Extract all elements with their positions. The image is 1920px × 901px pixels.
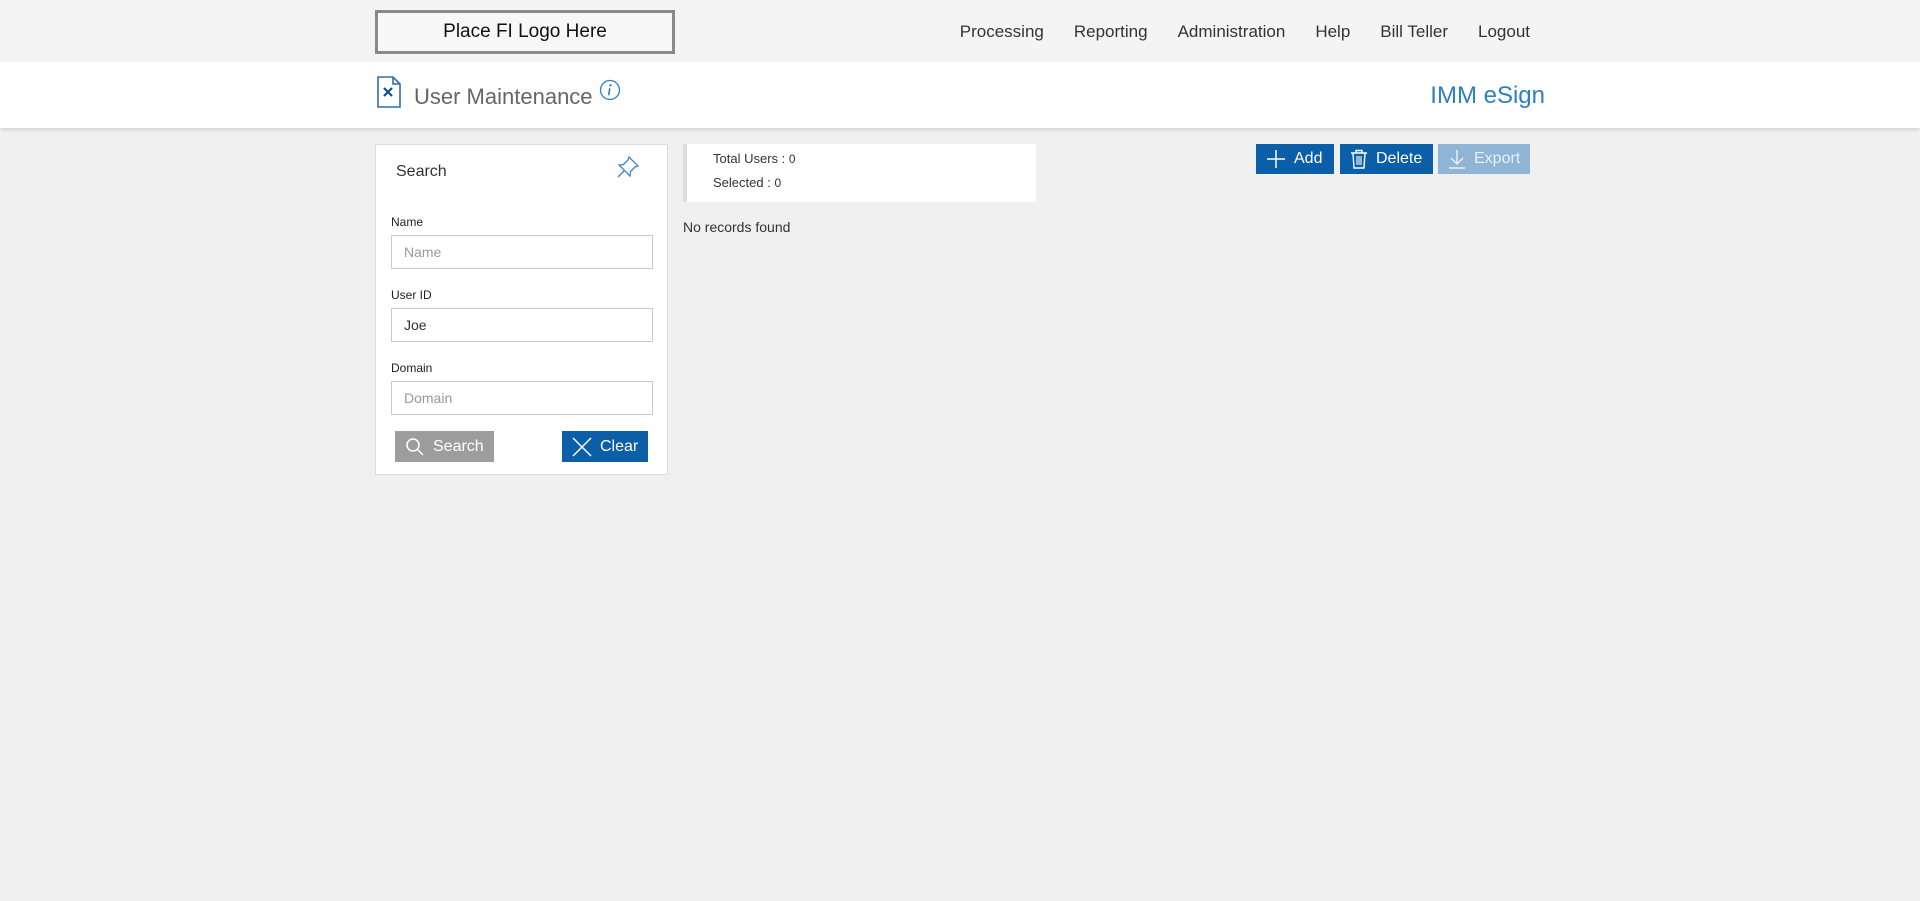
plus-icon (1266, 149, 1286, 169)
search-panel: Search Name User ID Domain Search Clear (375, 144, 668, 475)
domain-label: Domain (391, 361, 433, 375)
clear-button-label: Clear (600, 437, 639, 455)
domain-input[interactable] (391, 381, 653, 415)
close-icon (572, 436, 592, 457)
nav-administration[interactable]: Administration (1178, 22, 1286, 42)
export-button-label: Export (1474, 150, 1521, 167)
total-users-count: 0 (788, 152, 796, 166)
pin-icon[interactable] (615, 154, 641, 180)
page-title: User Maintenance (414, 84, 593, 109)
search-panel-title: Search (396, 163, 447, 180)
selected-count: 0 (774, 176, 782, 190)
user-id-input[interactable] (391, 308, 653, 342)
page-header: User Maintenance IMM eSign (0, 62, 1920, 128)
search-button-label: Search (433, 437, 484, 455)
nav-user-name[interactable]: Bill Teller (1380, 22, 1448, 42)
nav-reporting[interactable]: Reporting (1074, 22, 1148, 42)
name-label: Name (391, 215, 424, 229)
clear-button[interactable]: Clear (562, 431, 648, 462)
download-icon (1448, 149, 1466, 169)
add-button[interactable]: Add (1256, 144, 1334, 174)
product-name: IMM eSign (1430, 82, 1545, 109)
total-users-label: Total Users : (713, 151, 789, 166)
top-bar: Place FI Logo Here Processing Reporting … (0, 0, 1920, 62)
results-summary: Total Users : 0 Selected : 0 (683, 144, 1036, 202)
main-nav: Processing Reporting Administration Help… (930, 22, 1530, 42)
delete-button-label: Delete (1376, 150, 1423, 167)
export-button[interactable]: Export (1438, 144, 1530, 174)
selected-label: Selected : (713, 175, 775, 190)
add-button-label: Add (1294, 150, 1323, 167)
nav-help[interactable]: Help (1315, 22, 1350, 42)
search-button[interactable]: Search (395, 431, 494, 462)
info-icon[interactable] (599, 79, 621, 101)
total-users: Total Users : 0 (713, 151, 796, 166)
selected-users: Selected : 0 (713, 175, 781, 190)
nav-processing[interactable]: Processing (960, 22, 1044, 42)
empty-message: No records found (683, 219, 791, 235)
user-id-label: User ID (391, 288, 432, 302)
document-icon (376, 76, 402, 108)
search-icon (405, 437, 425, 457)
trash-icon (1350, 149, 1368, 169)
logo-placeholder: Place FI Logo Here (375, 10, 675, 54)
nav-logout[interactable]: Logout (1478, 22, 1530, 42)
name-input[interactable] (391, 235, 653, 269)
delete-button[interactable]: Delete (1340, 144, 1433, 174)
